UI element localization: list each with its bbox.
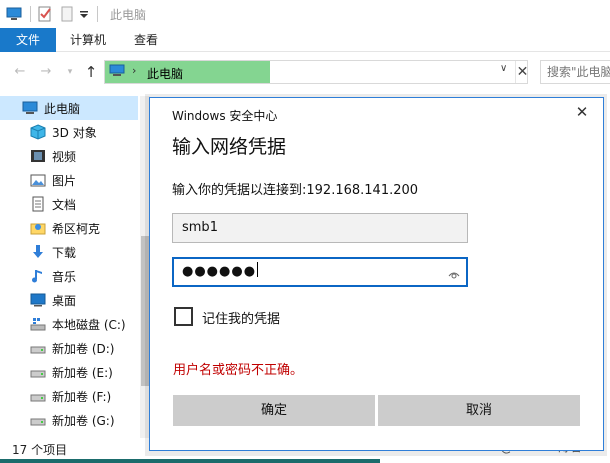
sidebar-item-drive-c[interactable]: 本地磁盘 (C:) (0, 312, 138, 336)
computer-icon (22, 100, 38, 116)
sidebar-item-this-pc[interactable]: 此电脑 (0, 96, 138, 120)
username-value: smb1 (182, 220, 218, 235)
navigation-pane: 此电脑 3D 对象 视频 图片 文档 希区柯克 下载 音乐 桌面 本地磁盘 (C… (0, 96, 150, 438)
sidebar-item-drive-f[interactable]: 新加卷 (F:) (0, 384, 138, 408)
status-divider (0, 459, 380, 463)
pictures-icon (30, 172, 46, 188)
quick-access-toolbar: 此电脑 (0, 0, 610, 28)
customize-dropdown-icon[interactable] (79, 6, 89, 22)
dialog-title: Windows 安全中心 (172, 109, 278, 123)
tab-file[interactable]: 文件 (0, 28, 56, 52)
video-icon (30, 148, 46, 164)
documents-icon (30, 196, 46, 212)
sidebar-item-label: 音乐 (52, 269, 77, 284)
sidebar-item-videos[interactable]: 视频 (0, 144, 138, 168)
sidebar-item-desktop[interactable]: 桌面 (0, 288, 138, 312)
item-count: 17 个项目 (12, 443, 68, 457)
download-icon (30, 244, 46, 260)
sidebar-item-user-folder[interactable]: 希区柯克 (0, 216, 138, 240)
password-field[interactable]: ●●●●●● (172, 257, 468, 287)
recent-locations-icon[interactable]: ▾ (62, 64, 78, 80)
desktop-icon (30, 292, 46, 308)
sidebar-item-documents[interactable]: 文档 (0, 192, 138, 216)
sidebar-item-label: 希区柯克 (52, 221, 101, 236)
cancel-button[interactable]: 取消 (378, 395, 580, 426)
sidebar-item-pictures[interactable]: 图片 (0, 168, 138, 192)
sidebar-item-label: 新加卷 (G:) (52, 413, 115, 428)
remember-label: 记住我的凭据 (202, 312, 281, 327)
sidebar-item-label: 此电脑 (44, 101, 81, 116)
dialog-heading: 输入网络凭据 (172, 136, 287, 158)
sidebar-item-label: 新加卷 (E:) (52, 365, 113, 380)
remember-checkbox[interactable] (174, 307, 193, 326)
up-arrow-icon[interactable]: ↑ (83, 64, 99, 80)
computer-icon (6, 6, 22, 22)
dialog-subtitle: 输入你的凭据以连接到:192.168.141.200 (172, 183, 419, 198)
ribbon-tabs: 文件 计算机 查看 (0, 28, 610, 52)
drive-icon (30, 364, 46, 380)
address-bar[interactable]: › 此电脑 ∨ ✕ (104, 60, 528, 84)
credential-dialog: Windows 安全中心 ✕ 输入网络凭据 输入你的凭据以连接到:192.168… (149, 97, 604, 451)
drive-icon (30, 412, 46, 428)
address-progress-fill (105, 61, 270, 83)
tab-computer[interactable]: 计算机 (56, 28, 120, 52)
system-drive-icon (30, 316, 46, 332)
sidebar-item-label: 文档 (52, 197, 77, 212)
text-caret (257, 262, 259, 277)
window-title: 此电脑 (110, 7, 147, 22)
forward-arrow-icon[interactable]: → (38, 64, 54, 80)
3d-objects-icon (30, 124, 46, 140)
tab-view[interactable]: 查看 (120, 28, 172, 52)
close-icon[interactable]: ✕ (515, 61, 529, 83)
sidebar-item-3d-objects[interactable]: 3D 对象 (0, 120, 138, 144)
user-folder-icon (30, 220, 46, 236)
reveal-password-icon[interactable] (448, 265, 460, 279)
error-message: 用户名或密码不正确。 (173, 363, 304, 378)
sidebar-item-label: 下载 (52, 245, 77, 260)
address-location: 此电脑 (147, 67, 184, 81)
ok-button[interactable]: 确定 (173, 395, 375, 426)
properties-icon[interactable] (37, 6, 53, 22)
back-arrow-icon[interactable]: ← (12, 64, 28, 80)
password-mask: ●●●●●● (182, 264, 257, 279)
search-input[interactable]: 搜索"此电脑" (540, 60, 610, 84)
music-icon (30, 268, 46, 284)
sidebar-item-label: 新加卷 (F:) (52, 389, 112, 404)
close-icon[interactable]: ✕ (572, 103, 592, 121)
sidebar-item-drive-g[interactable]: 新加卷 (G:) (0, 408, 138, 432)
sidebar-item-label: 本地磁盘 (C:) (52, 317, 126, 332)
sidebar-item-label: 新加卷 (D:) (52, 341, 115, 356)
sidebar-item-label: 图片 (52, 173, 77, 188)
computer-icon (109, 64, 125, 78)
sidebar-item-drive-e[interactable]: 新加卷 (E:) (0, 360, 138, 384)
sidebar-item-label: 3D 对象 (52, 125, 97, 140)
toolbar-separator (30, 6, 31, 22)
sidebar-item-music[interactable]: 音乐 (0, 264, 138, 288)
chevron-right-icon[interactable]: › (132, 64, 136, 77)
toolbar-separator (97, 6, 98, 22)
new-folder-icon[interactable] (59, 6, 75, 22)
navigation-bar: ← → ▾ ↑ › 此电脑 ∨ ✕ 搜索"此电脑" (0, 52, 610, 92)
sidebar-item-label: 视频 (52, 149, 77, 164)
chevron-down-icon[interactable]: ∨ (500, 63, 507, 74)
sidebar-item-label: 桌面 (52, 293, 77, 308)
drive-icon (30, 340, 46, 356)
drive-icon (30, 388, 46, 404)
username-field[interactable]: smb1 (172, 213, 468, 243)
sidebar-item-downloads[interactable]: 下载 (0, 240, 138, 264)
sidebar-item-drive-d[interactable]: 新加卷 (D:) (0, 336, 138, 360)
